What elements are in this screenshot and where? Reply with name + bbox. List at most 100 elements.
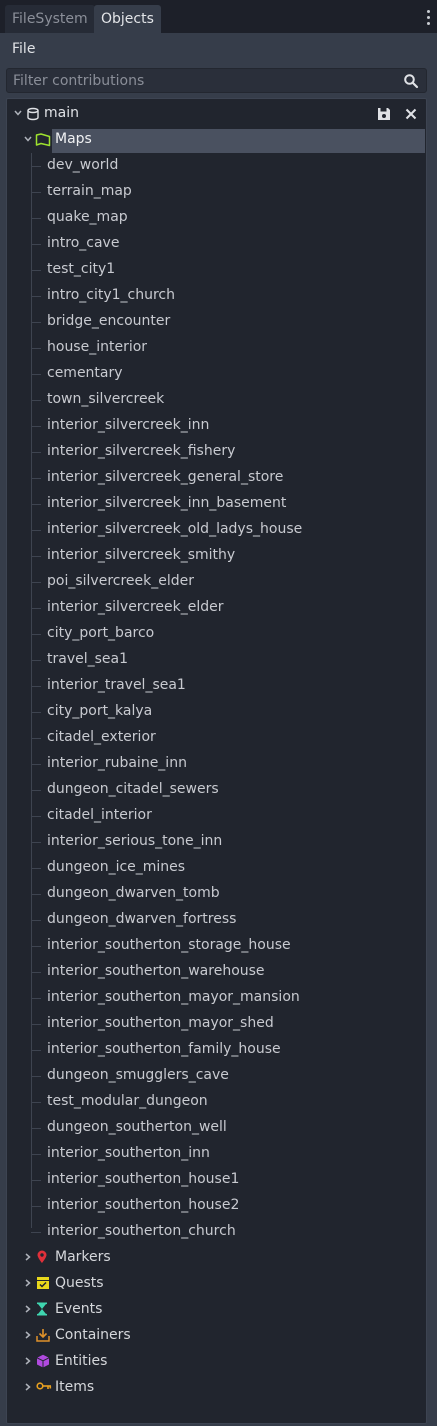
tree-item-label: interior_silvercreek_elder [47, 599, 224, 615]
tree-item-label: interior_southerton_church [47, 1223, 236, 1239]
tree-guide-tick [31, 660, 41, 661]
tree-item-quests[interactable]: Quests [7, 1271, 426, 1297]
tree-guide-tick [31, 1128, 41, 1129]
tree-item-markers[interactable]: Markers [7, 1245, 426, 1271]
tree-guide-tick [31, 1154, 41, 1155]
tree-guide-tick [31, 842, 41, 843]
close-icon[interactable] [405, 108, 417, 120]
tree-item-map[interactable]: citadel_exterior [7, 725, 426, 751]
chevron-down-icon[interactable] [23, 134, 33, 144]
tree-item-map[interactable]: dungeon_dwarven_fortress [7, 907, 426, 933]
tree-item-map[interactable]: quake_map [7, 205, 426, 231]
tree-item-map[interactable]: interior_southerton_church [7, 1219, 426, 1245]
tree-item-label: interior_silvercreek_smithy [47, 547, 236, 563]
tree-item-label: town_silvercreek [47, 391, 165, 407]
search-icon[interactable] [403, 73, 419, 89]
tree-item-map[interactable]: interior_silvercreek_inn_basement [7, 491, 426, 517]
tree-guide-tick [31, 582, 41, 583]
tree-item-map[interactable]: dev_world [7, 153, 426, 179]
tree-item-map[interactable]: city_port_kalya [7, 699, 426, 725]
tree-item-label: city_port_barco [47, 625, 155, 641]
tree-item-items[interactable]: Items [7, 1375, 426, 1401]
chevron-down-icon[interactable] [13, 108, 23, 118]
tree-item-map[interactable]: intro_city1_church [7, 283, 426, 309]
tree-item-map[interactable]: interior_silvercreek_general_store [7, 465, 426, 491]
tree-item-map[interactable]: interior_rubaine_inn [7, 751, 426, 777]
tree-guide-tick [31, 478, 41, 479]
tree-guide-tick [31, 1102, 41, 1103]
tree-item-label: Quests [55, 1275, 104, 1291]
tree-item-map[interactable]: interior_silvercreek_smithy [7, 543, 426, 569]
tree-item-map[interactable]: interior_southerton_mayor_mansion [7, 985, 426, 1011]
tree-item-map[interactable]: intro_cave [7, 231, 426, 257]
database-icon [27, 107, 39, 121]
tree-root-main[interactable]: main [7, 101, 426, 127]
tree-item-map[interactable]: bridge_encounter [7, 309, 426, 335]
tree-guide-tick [31, 374, 41, 375]
tree-guide-tick [31, 972, 41, 973]
tree-item-map[interactable]: travel_sea1 [7, 647, 426, 673]
tree-item-entities[interactable]: Entities [7, 1349, 426, 1375]
tree-item-map[interactable]: interior_southerton_house2 [7, 1193, 426, 1219]
chevron-right-icon[interactable] [23, 1304, 33, 1314]
more-options-icon[interactable] [425, 8, 431, 30]
tab-filesystem[interactable]: FileSystem [5, 5, 95, 33]
tree-item-map[interactable]: interior_southerton_family_house [7, 1037, 426, 1063]
file-menu[interactable]: File [12, 41, 35, 57]
tree-item-map[interactable]: interior_southerton_house1 [7, 1167, 426, 1193]
tree-item-events[interactable]: Events [7, 1297, 426, 1323]
tree-item-map[interactable]: citadel_interior [7, 803, 426, 829]
tree-item-label: interior_southerton_mayor_mansion [47, 989, 300, 1005]
tree-guide-tick [31, 218, 41, 219]
tree-guide-tick [31, 608, 41, 609]
tree-item-map[interactable]: interior_southerton_storage_house [7, 933, 426, 959]
save-icon[interactable] [377, 107, 391, 121]
chevron-right-icon[interactable] [23, 1278, 33, 1288]
chevron-right-icon[interactable] [23, 1330, 33, 1340]
tree-item-map[interactable]: town_silvercreek [7, 387, 426, 413]
tree-item-map[interactable]: house_interior [7, 335, 426, 361]
tree-item-map[interactable]: test_city1 [7, 257, 426, 283]
tree-item-map[interactable]: dungeon_dwarven_tomb [7, 881, 426, 907]
tree-guide-tick [31, 1206, 41, 1207]
tree-item-map[interactable]: dungeon_smugglers_cave [7, 1063, 426, 1089]
tree-item-map[interactable]: city_port_barco [7, 621, 426, 647]
tree-item-map[interactable]: cementary [7, 361, 426, 387]
tree-guide-tick [31, 556, 41, 557]
map-icon [35, 133, 51, 147]
tree-item-label: interior_travel_sea1 [47, 677, 186, 693]
chevron-right-icon[interactable] [23, 1356, 33, 1366]
tree-item-label: interior_southerton_family_house [47, 1041, 281, 1057]
tree-item-map[interactable]: interior_southerton_inn [7, 1141, 426, 1167]
tree-item-map[interactable]: dungeon_citadel_sewers [7, 777, 426, 803]
tree-item-map[interactable]: dungeon_ice_mines [7, 855, 426, 881]
tree-item-map[interactable]: test_modular_dungeon [7, 1089, 426, 1115]
tree-item-map[interactable]: terrain_map [7, 179, 426, 205]
tree-guide-tick [31, 1024, 41, 1025]
tree-item-map[interactable]: poi_silvercreek_elder [7, 569, 426, 595]
tree-item-containers[interactable]: Containers [7, 1323, 426, 1349]
tree-item-map[interactable]: interior_southerton_warehouse [7, 959, 426, 985]
tree-item-map[interactable]: interior_silvercreek_fishery [7, 439, 426, 465]
chevron-right-icon[interactable] [23, 1382, 33, 1392]
contributions-tree: main Maps dev_world terrain_map quake_mapi… [6, 98, 427, 1424]
tree-guide-tick [31, 1076, 41, 1077]
tree-item-map[interactable]: interior_silvercreek_old_ladys_house [7, 517, 426, 543]
tree-item-map[interactable]: interior_serious_tone_inn [7, 829, 426, 855]
tree-item-map[interactable]: interior_silvercreek_elder [7, 595, 426, 621]
dock-tab-bar: FileSystem Objects [0, 0, 437, 36]
tree-item-label: dungeon_dwarven_fortress [47, 911, 237, 927]
tree-item-label: dungeon_southerton_well [47, 1119, 227, 1135]
tree-item-map[interactable]: interior_travel_sea1 [7, 673, 426, 699]
tree-item-maps[interactable]: Maps [7, 127, 426, 153]
chevron-right-icon[interactable] [23, 1252, 33, 1262]
filter-input[interactable] [13, 69, 393, 92]
tree-item-map[interactable]: interior_southerton_mayor_shed [7, 1011, 426, 1037]
tree-guide-tick [31, 426, 41, 427]
tree-item-map[interactable]: dungeon_southerton_well [7, 1115, 426, 1141]
tab-objects[interactable]: Objects [94, 5, 161, 33]
tree-item-map[interactable]: interior_silvercreek_inn [7, 413, 426, 439]
tree-item-label: Maps [55, 131, 92, 147]
tree-item-label: intro_cave [47, 235, 120, 251]
tree-guide-tick [31, 738, 41, 739]
